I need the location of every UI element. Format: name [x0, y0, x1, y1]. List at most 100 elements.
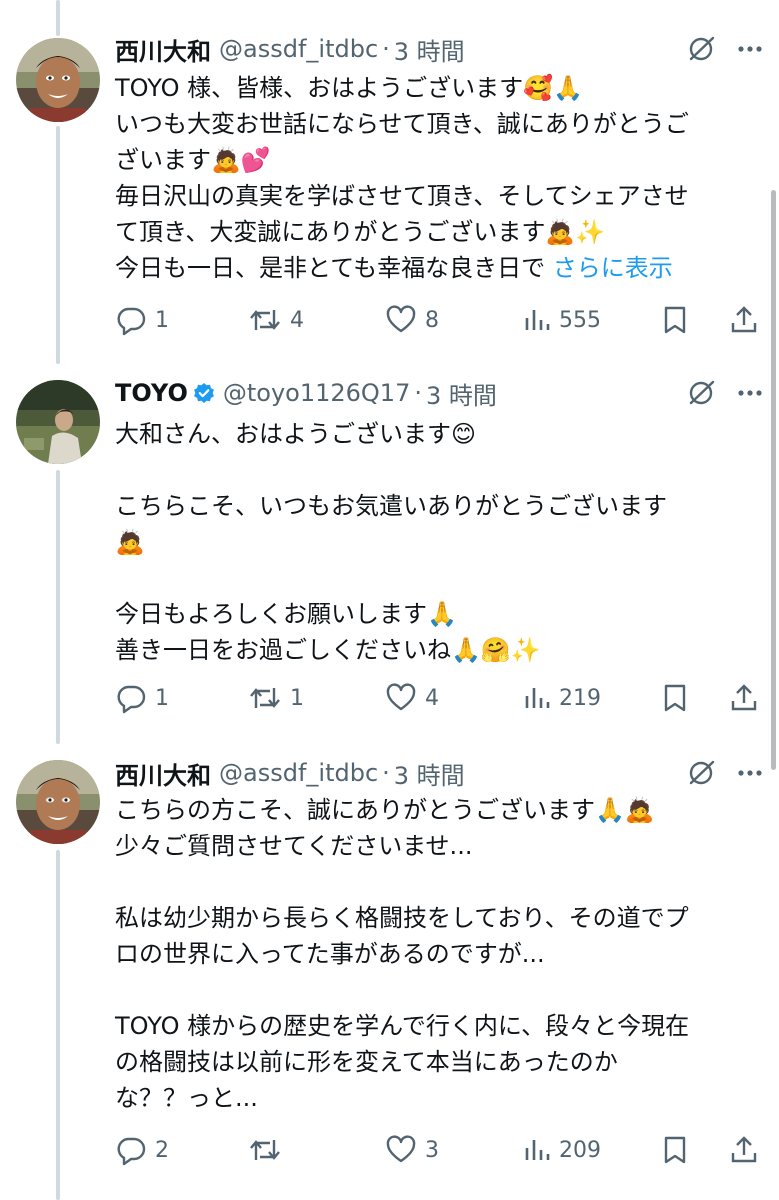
- timestamp[interactable]: 3 時間: [426, 376, 497, 411]
- views-icon: [523, 1134, 551, 1166]
- share-button[interactable]: [729, 680, 759, 716]
- like-button[interactable]: 8: [385, 302, 439, 338]
- reply-icon: [115, 304, 147, 336]
- views-button[interactable]: 219: [523, 680, 601, 716]
- tweet-line: の格闘技は以前に形を変えて本当にあったのか: [115, 1048, 618, 1076]
- reply-icon: [115, 682, 147, 714]
- avatar[interactable]: [16, 38, 100, 122]
- more-icon[interactable]: [737, 389, 763, 397]
- like-icon: [385, 682, 417, 714]
- bookmark-button[interactable]: [661, 680, 689, 716]
- like-count: 3: [425, 1137, 439, 1163]
- share-icon: [729, 1134, 759, 1166]
- bookmark-button[interactable]: [661, 1132, 689, 1168]
- tweet-line: 私は幼少期から長らく格闘技をしており、その道でプ: [115, 904, 689, 932]
- repost-button[interactable]: 4: [248, 302, 304, 338]
- reply-icon: [115, 1134, 147, 1166]
- username-handle[interactable]: @toyo1126Q17: [223, 379, 411, 407]
- tweet-line: 毎日沢山の真実を学ばさせて頂き、そしてシェアさせ: [115, 182, 689, 210]
- tweet-text: TOYO 様、皆様、おはようございます🥰🙏 いつも大変お世話にならせて頂き、誠にあ…: [115, 70, 749, 286]
- tweet-header: 西川大和 @assdf_itdbc · 3 時間: [115, 756, 763, 790]
- bookmark-button[interactable]: [661, 302, 689, 338]
- header-icons: [687, 376, 763, 410]
- repost-icon: [248, 1134, 282, 1166]
- views-count: 219: [559, 685, 601, 711]
- bookmark-icon: [661, 304, 689, 336]
- like-button[interactable]: 3: [385, 1132, 439, 1168]
- views-icon: [523, 682, 551, 714]
- tweet-line: TOYO 様、皆様、おはようございます🥰🙏: [115, 74, 583, 102]
- views-button[interactable]: 555: [523, 302, 601, 338]
- share-icon: [729, 304, 759, 336]
- repost-button[interactable]: [248, 1132, 290, 1168]
- tweet-line: こちらこそ、いつもお気遣いありがとうございます: [115, 492, 667, 520]
- header-icons: [687, 756, 763, 790]
- tweet-line: いつも大変お世話にならせて頂き、誠にありがとうご: [115, 110, 689, 138]
- reply-count: 1: [155, 307, 169, 333]
- verified-badge-icon: [193, 382, 215, 404]
- tweet-line: 🙇: [115, 528, 145, 556]
- grok-icon[interactable]: [687, 759, 715, 787]
- tweet-header: 西川大和 @assdf_itdbc · 3 時間: [115, 32, 763, 66]
- header-icons: [687, 32, 763, 66]
- display-name[interactable]: TOYO: [115, 379, 188, 407]
- reply-count: 2: [155, 1137, 169, 1163]
- more-icon[interactable]: [737, 769, 763, 777]
- username-handle[interactable]: @assdf_itdbc: [219, 759, 378, 787]
- like-count: 4: [425, 685, 439, 711]
- bookmark-icon: [661, 1134, 689, 1166]
- tweet-line: 今日もよろしくお願いします🙏: [115, 600, 457, 628]
- separator-dot: ·: [382, 759, 390, 787]
- tweet[interactable]: TOYO @toyo1126Q17 · 3 時間 大和さん、おはようございます😊…: [0, 364, 779, 744]
- display-name[interactable]: 西川大和: [115, 32, 211, 67]
- tweet-text: こちらの方こそ、誠にありがとうございます🙏🙇 少々ご質問させてくださいませ... …: [115, 792, 749, 1116]
- reply-button[interactable]: 1: [115, 680, 169, 716]
- like-button[interactable]: 4: [385, 680, 439, 716]
- reply-button[interactable]: 2: [115, 1132, 169, 1168]
- avatar[interactable]: [16, 760, 100, 844]
- action-bar: 1 4 8 555: [115, 302, 763, 338]
- share-button[interactable]: [729, 1132, 759, 1168]
- tweet-line: 善き一日をお過ごしくださいね🙏🤗✨: [115, 636, 541, 664]
- views-icon: [523, 304, 551, 336]
- share-icon: [729, 682, 759, 714]
- reply-count: 1: [155, 685, 169, 711]
- bookmark-icon: [661, 682, 689, 714]
- reply-button[interactable]: 1: [115, 302, 169, 338]
- like-icon: [385, 1134, 417, 1166]
- display-name[interactable]: 西川大和: [115, 756, 211, 791]
- views-count: 209: [559, 1137, 601, 1163]
- tweet-line: 今日も一日、是非とても幸福な良き日で: [115, 254, 553, 282]
- action-bar: 2 3 209: [115, 1132, 763, 1168]
- tweet-header: TOYO @toyo1126Q17 · 3 時間: [115, 376, 763, 410]
- tweet-line: 大和さん、おはようございます😊: [115, 420, 477, 448]
- tweet-text: 大和さん、おはようございます😊 こちらこそ、いつもお気遣いありがとうございます 🙇…: [115, 416, 749, 668]
- grok-icon[interactable]: [687, 35, 715, 63]
- action-bar: 1 1 4 219: [115, 680, 763, 716]
- username-handle[interactable]: @assdf_itdbc: [219, 35, 378, 63]
- repost-button[interactable]: 1: [248, 680, 304, 716]
- repost-icon: [248, 304, 282, 336]
- share-button[interactable]: [729, 302, 759, 338]
- more-icon[interactable]: [737, 45, 763, 53]
- tweet[interactable]: 西川大和 @assdf_itdbc · 3 時間 こちらの方こそ、誠にありがとう…: [0, 744, 779, 1200]
- show-more-link[interactable]: さらに表示: [553, 254, 673, 282]
- tweet[interactable]: 西川大和 @assdf_itdbc · 3 時間 TOYO 様、皆様、おはようご…: [0, 0, 779, 364]
- timestamp[interactable]: 3 時間: [394, 756, 465, 791]
- separator-dot: ·: [414, 379, 422, 407]
- views-button[interactable]: 209: [523, 1132, 601, 1168]
- grok-icon[interactable]: [687, 379, 715, 407]
- views-count: 555: [559, 307, 601, 333]
- repost-count: 4: [290, 307, 304, 333]
- avatar[interactable]: [16, 380, 100, 464]
- tweet-line: 少々ご質問させてくださいませ...: [115, 832, 473, 860]
- repost-count: 1: [290, 685, 304, 711]
- timestamp[interactable]: 3 時間: [394, 32, 465, 67]
- tweet-line-last: 今日も一日、是非とても幸福な良き日で さらに表示: [115, 250, 749, 286]
- tweet-line: ざいます🙇💕: [115, 146, 271, 174]
- tweet-line: こちらの方こそ、誠にありがとうございます🙏🙇: [115, 796, 655, 824]
